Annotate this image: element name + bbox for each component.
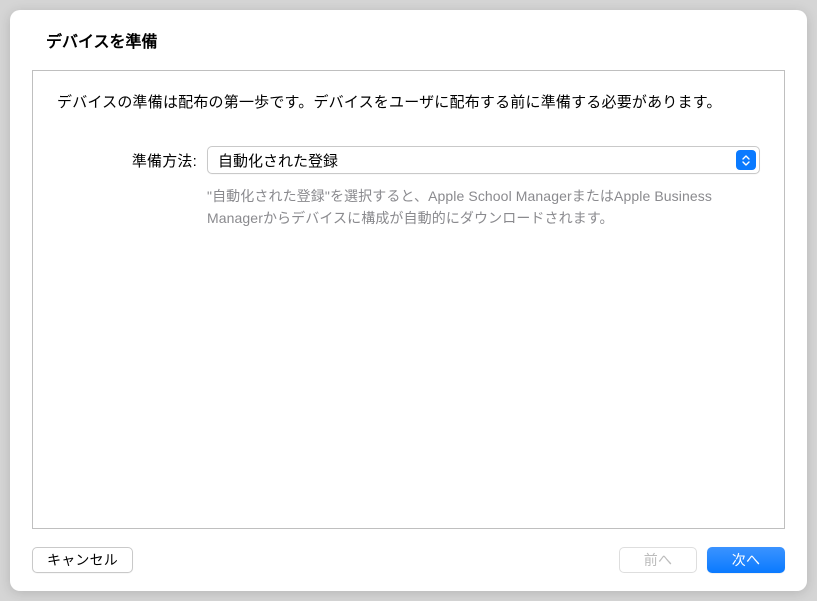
cancel-button[interactable]: キャンセル bbox=[32, 547, 133, 573]
preparation-method-help: "自動化された登録"を選択すると、Apple School Managerまたは… bbox=[207, 186, 760, 229]
updown-arrows-icon bbox=[736, 150, 756, 170]
preparation-method-select[interactable]: 自動化された登録 bbox=[207, 146, 760, 174]
dialog-description: デバイスの準備は配布の第一歩です。デバイスをユーザに配布する前に準備する必要があ… bbox=[57, 91, 760, 114]
dialog-buttons: キャンセル 前へ 次へ bbox=[32, 547, 785, 573]
preparation-method-value: 自動化された登録 bbox=[208, 150, 736, 171]
preparation-method-label: 準備方法: bbox=[57, 146, 197, 171]
back-button: 前へ bbox=[619, 547, 697, 573]
preparation-method-row: 準備方法: 自動化された登録 "自動化された登録"を選択すると、Apple Sc… bbox=[57, 146, 760, 229]
next-button[interactable]: 次へ bbox=[707, 547, 785, 573]
prepare-device-dialog: デバイスを準備 デバイスの準備は配布の第一歩です。デバイスをユーザに配布する前に… bbox=[10, 10, 807, 591]
content-panel: デバイスの準備は配布の第一歩です。デバイスをユーザに配布する前に準備する必要があ… bbox=[32, 70, 785, 529]
dialog-title: デバイスを準備 bbox=[32, 28, 785, 52]
preparation-method-controls: 自動化された登録 "自動化された登録"を選択すると、Apple School M… bbox=[207, 146, 760, 229]
